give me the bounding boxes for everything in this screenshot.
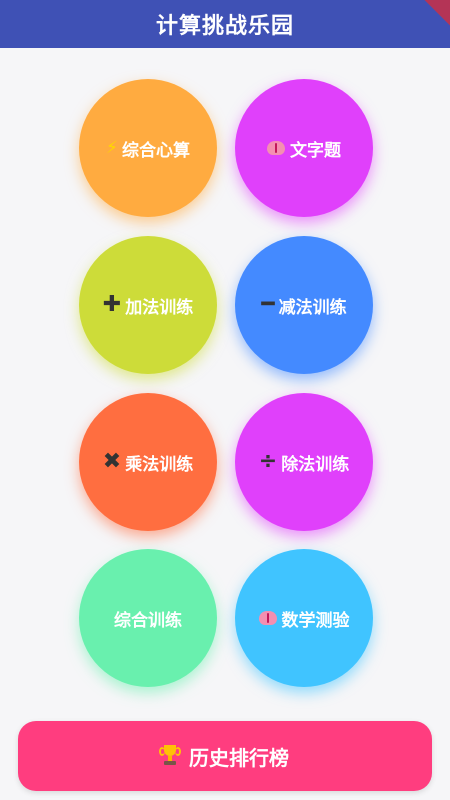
mixed-training-label: 综合训练 [114,610,182,631]
history-leaderboard-button[interactable]: 历史排行榜 [18,721,432,791]
minus-icon: ━ [261,292,275,317]
multiply-icon: ✖ [102,449,122,474]
trophy-icon [159,745,181,767]
addition-label: 加法训练 [125,297,194,318]
division-button[interactable]: ÷ 除法训练 [235,393,373,531]
app-screen: 计算挑战乐园 ⚡ 综合心算 文字题 ✚ 加法训练 ━ 减法训练 ✖ 乘法训练 ÷… [0,0,450,800]
mixed-mental-button[interactable]: ⚡ 综合心算 [79,79,217,217]
addition-button[interactable]: ✚ 加法训练 [79,236,217,374]
brain-icon [258,611,277,625]
divide-icon: ÷ [258,449,278,474]
lightning-icon: ⚡ [106,138,118,158]
division-label: 除法训练 [281,454,350,475]
subtraction-button[interactable]: ━ 减法训练 [235,236,373,374]
app-header: 计算挑战乐园 [0,0,450,48]
mixed-mental-label: 综合心算 [121,140,190,161]
page-title: 计算挑战乐园 [155,14,294,39]
brain-icon [267,141,285,155]
word-problems-label: 文字题 [290,140,341,161]
multiplication-label: 乘法训练 [125,454,194,475]
mixed-training-button[interactable]: 综合训练 [79,549,217,687]
math-quiz-label: 数学测验 [281,610,350,631]
history-leaderboard-label: 历史排行榜 [189,745,289,770]
debug-banner [424,0,450,26]
plus-icon: ✚ [102,292,122,317]
math-quiz-button[interactable]: 数学测验 [235,549,373,687]
multiplication-button[interactable]: ✖ 乘法训练 [79,393,217,531]
word-problems-button[interactable]: 文字题 [235,79,373,217]
subtraction-label: 减法训练 [278,297,347,318]
